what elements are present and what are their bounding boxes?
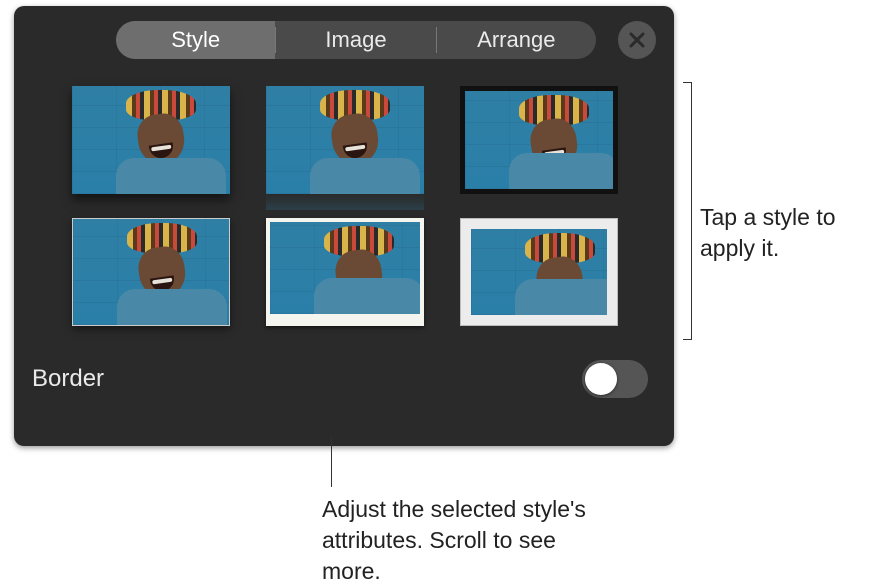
close-button[interactable] [618, 21, 656, 59]
thumbnail-image [72, 86, 230, 194]
style-thumbnail[interactable] [266, 86, 424, 194]
thumbnail-image [270, 222, 420, 314]
style-thumbnail[interactable] [72, 218, 230, 326]
thumbnail-image [471, 229, 607, 315]
style-thumbnail[interactable] [72, 86, 230, 194]
close-icon [628, 31, 646, 49]
thumbnail-image [465, 91, 613, 189]
toggle-knob [585, 363, 617, 395]
border-toggle[interactable] [582, 360, 648, 398]
tab-style[interactable]: Style [116, 21, 275, 59]
callout-bracket [682, 82, 692, 340]
style-thumbnail[interactable] [266, 218, 424, 326]
style-thumbnail[interactable] [460, 218, 618, 326]
tab-image[interactable]: Image [276, 21, 435, 59]
tab-arrange[interactable]: Arrange [437, 21, 596, 59]
style-grid [72, 86, 656, 326]
border-label: Border [32, 365, 104, 393]
border-row: Border [32, 360, 656, 398]
style-thumbnail[interactable] [460, 86, 618, 194]
thumbnail-image [73, 219, 229, 325]
panel-header: Style Image Arrange [32, 16, 656, 64]
callout-bottom: Adjust the selected style's attributes. … [322, 494, 592, 587]
callout-leader [331, 437, 332, 487]
callout-right: Tap a style to apply it. [700, 202, 870, 264]
tab-segmented-control: Style Image Arrange [116, 21, 596, 59]
thumbnail-image [266, 86, 424, 194]
format-panel: Style Image Arrange [14, 6, 674, 446]
